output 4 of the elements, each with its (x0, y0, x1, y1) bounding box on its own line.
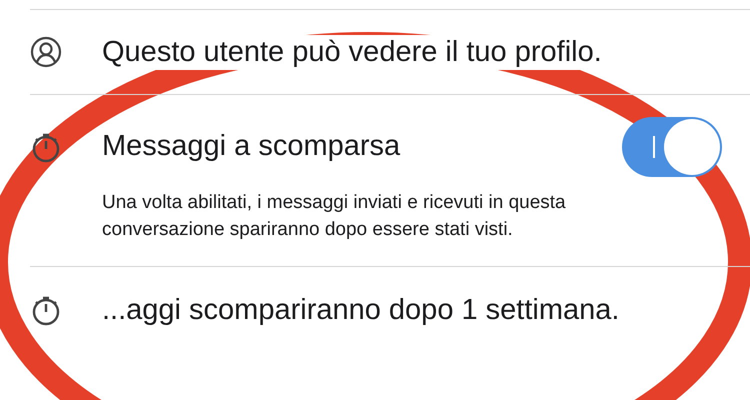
stopwatch-icon (30, 294, 62, 326)
person-icon (30, 36, 62, 68)
toggle-switch[interactable] (622, 116, 722, 177)
setting-label: Questo utente può vedere il tuo profilo. (102, 35, 602, 70)
